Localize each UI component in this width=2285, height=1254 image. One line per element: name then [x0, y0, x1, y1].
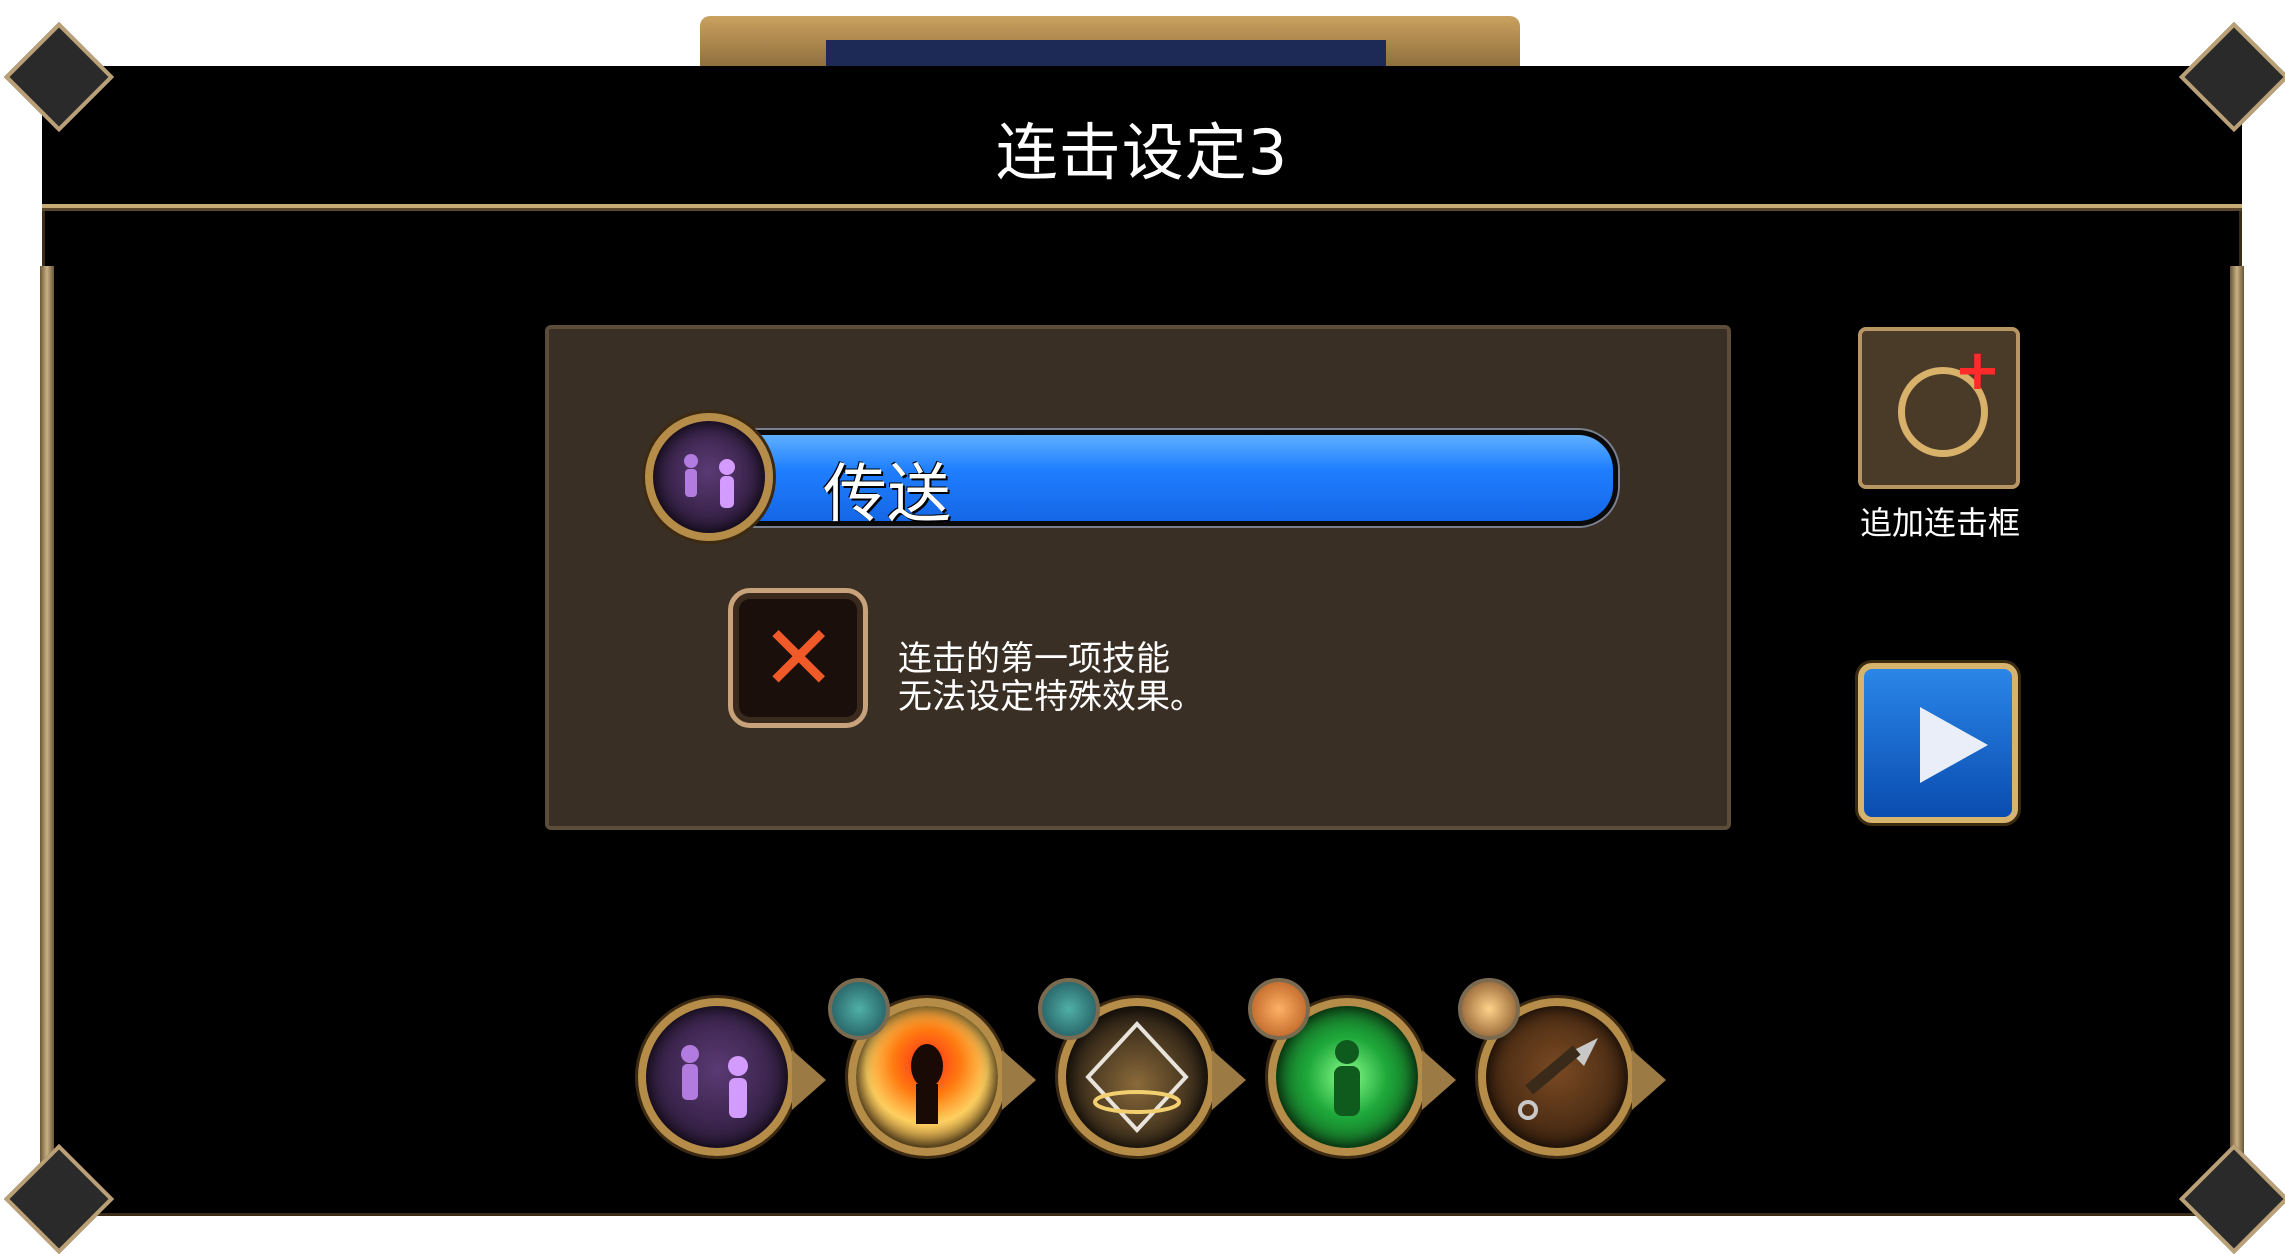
- combo-slot-panel: [545, 325, 1731, 830]
- pet-badge-icon: [828, 978, 890, 1040]
- orb-tail: [1632, 1050, 1666, 1110]
- combo-skill-name: 传送: [823, 458, 951, 532]
- x-mark-icon: ✕: [761, 606, 837, 711]
- dialog-title: 连击设定3: [995, 116, 1289, 189]
- no-effect-box: ✕: [728, 588, 868, 728]
- notice-line-2: 无法设定特殊效果。: [898, 677, 1204, 717]
- orb-tail: [1002, 1050, 1036, 1110]
- play-icon: [1920, 707, 1988, 783]
- add-combo-slot-button[interactable]: +: [1858, 327, 2020, 489]
- teleport-icon[interactable]: [638, 998, 796, 1156]
- teleport-figures: [681, 1045, 748, 1118]
- top-tab-inner: [826, 40, 1386, 66]
- add-combo-slot-label: 追加连击框: [1859, 504, 2020, 542]
- play-button[interactable]: [1858, 663, 2018, 823]
- strength-badge-icon: [1248, 978, 1310, 1040]
- notice-line-1: 连击的第一项技能: [898, 639, 1170, 679]
- teleport-icon: [645, 413, 773, 541]
- combo-notice: 连击的第一项技能 无法设定特殊效果。: [898, 640, 1204, 716]
- orb-tail: [1422, 1050, 1456, 1110]
- dialog-header: 连击设定3: [42, 66, 2242, 208]
- orb-tail: [1212, 1050, 1246, 1110]
- orb-tail: [792, 1050, 826, 1110]
- frame-edge-left: [40, 266, 54, 1176]
- frame-edge-right: [2230, 266, 2244, 1176]
- plus-icon: +: [1954, 338, 2001, 403]
- pet-badge-icon: [1038, 978, 1100, 1040]
- combo-skill-bar[interactable]: 传送: [690, 430, 1618, 532]
- speed-badge-icon: [1458, 978, 1520, 1040]
- teleport-figures: [684, 454, 735, 508]
